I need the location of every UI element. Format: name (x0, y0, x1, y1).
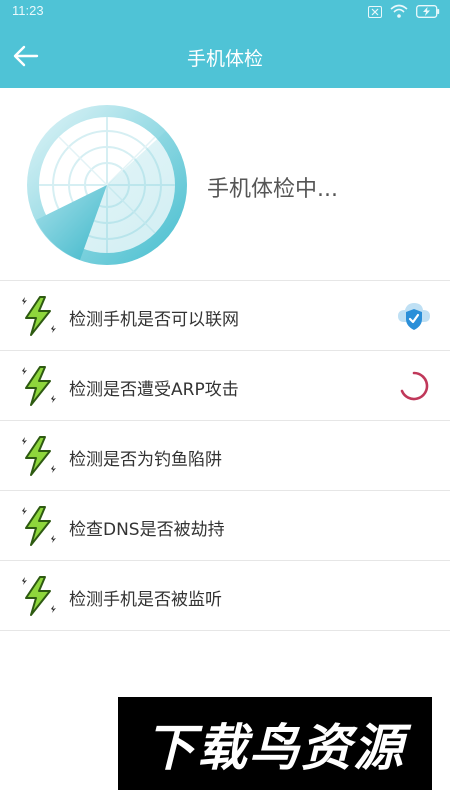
app-bar: 手机体检 (0, 24, 450, 88)
page-title: 手机体检 (186, 48, 263, 70)
scan-status-text: 手机体检中... (207, 177, 338, 202)
battery-charging-icon (416, 3, 440, 22)
check-label: 检查DNS是否被劫持 (69, 520, 225, 540)
status-icons (368, 4, 440, 20)
status-bar: 11:23 (0, 0, 450, 24)
check-label: 检测是否为钓鱼陷阱 (69, 450, 222, 470)
check-label: 检测手机是否被监听 (69, 590, 222, 610)
lightning-icon (18, 503, 58, 549)
cloud-shield-check-icon (396, 298, 432, 334)
lightning-icon (18, 293, 58, 339)
scan-header: 手机体检中... (0, 88, 450, 280)
check-item-monitor: 检测手机是否被监听 (0, 561, 450, 631)
check-item-network: 检测手机是否可以联网 (0, 281, 450, 351)
watermark-logo: 下载鸟资源 (118, 697, 432, 790)
lightning-icon (18, 363, 58, 409)
check-label: 检测是否遭受ARP攻击 (69, 380, 239, 400)
sim-off-icon (368, 3, 382, 22)
radar-scanner (26, 104, 188, 270)
wifi-icon (390, 3, 408, 22)
check-list: 检测手机是否可以联网 检测是否遭受ARP攻击 检测是否为钓鱼陷阱 检查DNS是否… (0, 281, 450, 631)
check-item-arp: 检测是否遭受ARP攻击 (0, 351, 450, 421)
status-time: 11:23 (12, 3, 44, 18)
check-label: 检测手机是否可以联网 (69, 310, 239, 330)
check-item-phishing: 检测是否为钓鱼陷阱 (0, 421, 450, 491)
lightning-icon (18, 573, 58, 619)
loading-spinner-icon (396, 368, 432, 404)
check-item-dns: 检查DNS是否被劫持 (0, 491, 450, 561)
lightning-icon (18, 433, 58, 479)
